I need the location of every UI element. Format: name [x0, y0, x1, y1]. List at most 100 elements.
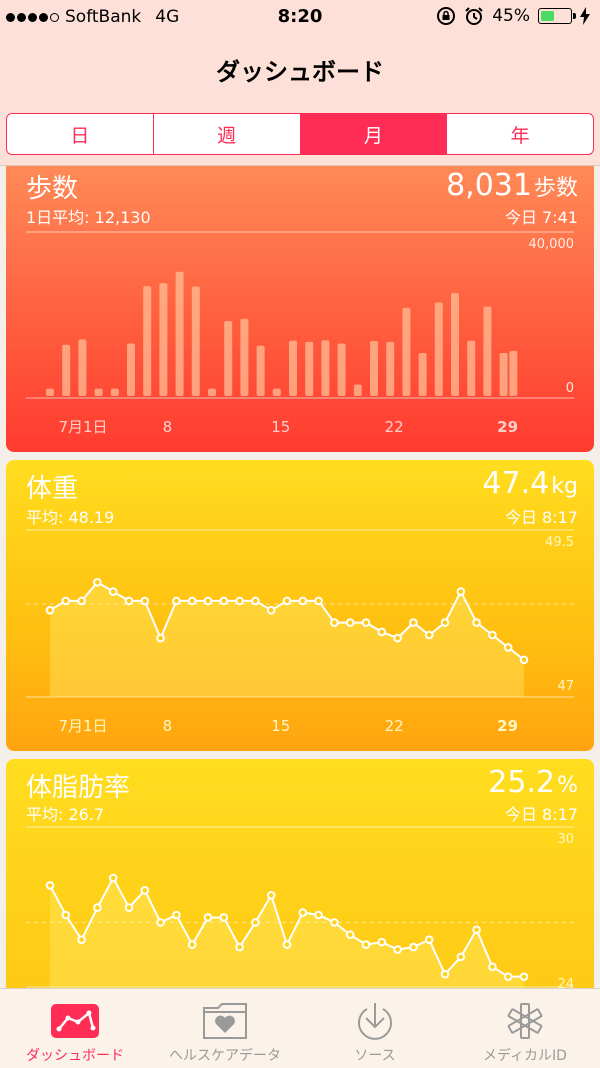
- steps-bar: [289, 340, 297, 396]
- data-point: [298, 596, 308, 606]
- weight-value-number: 47.4: [482, 466, 550, 501]
- data-point: [393, 945, 402, 954]
- data-point: [266, 890, 276, 900]
- medical-star-icon: [500, 1001, 550, 1041]
- data-point: [282, 596, 292, 606]
- steps-bar: [305, 341, 314, 396]
- steps-bar: [499, 352, 508, 396]
- steps-bar: [386, 341, 395, 396]
- y-min-label: 0: [566, 381, 574, 396]
- steps-bar: [94, 388, 103, 396]
- steps-value: 8,031歩数: [446, 168, 578, 203]
- weight-card[interactable]: 49.5 47 7月1日 8 15 22 29 体重 平均: 48.19 47.4kg 今日…: [6, 460, 594, 751]
- data-point: [172, 910, 181, 920]
- data-point: [235, 942, 244, 952]
- body-fat-value-number: 25.2: [488, 765, 556, 800]
- tab-label: メディカルID: [483, 1048, 567, 1064]
- data-point: [424, 630, 434, 640]
- weight-value-unit: kg: [551, 474, 578, 499]
- segment-day[interactable]: 日: [7, 114, 154, 154]
- download-arrow-icon: [350, 1001, 400, 1041]
- steps-bar: [256, 345, 265, 396]
- status-bar: SoftBank 4G 8:20 45%: [0, 0, 600, 36]
- data-point: [77, 935, 86, 944]
- steps-value-number: 8,031: [446, 168, 532, 203]
- data-point: [456, 587, 466, 596]
- tab-sources[interactable]: ソース: [300, 989, 450, 1068]
- navigation-bar: ダッシュボード 日 週 月 年: [0, 36, 600, 166]
- data-point: [361, 618, 371, 627]
- data-point: [314, 596, 323, 606]
- x-tick-label: 22: [385, 418, 404, 436]
- segment-year[interactable]: 年: [447, 114, 593, 154]
- steps-value-unit: 歩数: [533, 176, 578, 201]
- steps-bar: [224, 320, 233, 396]
- x-tick-label: 7月1日: [58, 418, 107, 436]
- data-point: [440, 618, 450, 627]
- data-point: [472, 925, 481, 935]
- chart-line-icon: [50, 1001, 100, 1041]
- data-point: [488, 962, 497, 972]
- steps-bar: [110, 388, 119, 396]
- x-tick-label: 7月1日: [58, 717, 107, 735]
- y-max-label: 49.5: [545, 535, 574, 550]
- signal-strength-icon: [6, 12, 59, 22]
- segment-week[interactable]: 週: [154, 114, 301, 154]
- data-point: [61, 596, 71, 606]
- network-type: 4G: [155, 7, 180, 27]
- data-point: [456, 952, 466, 962]
- data-point: [330, 918, 339, 927]
- y-min-label: 47: [557, 679, 574, 694]
- tab-medical-id[interactable]: メディカルID: [450, 989, 600, 1068]
- tab-label: ソース: [354, 1048, 396, 1064]
- data-point: [187, 940, 197, 949]
- tab-health-data[interactable]: ヘルスケアデータ: [150, 989, 300, 1068]
- period-segmented-control: 日 週 月 年: [6, 113, 594, 155]
- data-point: [361, 940, 371, 949]
- x-tick-label: 22: [385, 717, 404, 735]
- tab-label: ダッシュボード: [26, 1048, 124, 1064]
- tab-dashboard[interactable]: ダッシュボード: [0, 989, 150, 1068]
- body-fat-time: 今日 8:17: [504, 805, 578, 824]
- data-point: [503, 972, 513, 981]
- weight-value: 47.4kg: [482, 466, 578, 501]
- steps-bar: [509, 350, 518, 396]
- data-point: [45, 881, 55, 890]
- data-point: [93, 903, 102, 912]
- data-point: [203, 913, 213, 922]
- body-fat-average: 平均: 26.7: [26, 805, 105, 824]
- data-point: [519, 655, 529, 665]
- data-point: [235, 596, 244, 606]
- steps-bar: [143, 286, 152, 396]
- y-max-label: 30: [557, 832, 574, 847]
- weight-average: 平均: 48.19: [26, 508, 115, 527]
- steps-bar: [418, 352, 427, 396]
- data-point: [345, 930, 355, 940]
- data-point: [472, 618, 481, 627]
- rotation-lock-icon: [437, 7, 456, 25]
- steps-bar: [272, 388, 281, 396]
- steps-bar: [321, 340, 330, 396]
- data-point: [61, 910, 71, 920]
- tab-bar: ダッシュボード ヘルスケアデータ ソース メディカルID: [0, 988, 600, 1068]
- data-point: [503, 643, 513, 652]
- steps-bar: [467, 340, 476, 396]
- steps-card[interactable]: 40,000 0 7月1日 8 15 22 29 歩数 1日平均: 12,130 8,031…: [6, 166, 594, 452]
- data-point: [219, 913, 229, 922]
- x-tick-label: 15: [271, 418, 290, 436]
- data-point: [140, 596, 150, 606]
- data-point: [219, 596, 229, 606]
- steps-bar: [159, 283, 168, 396]
- steps-average: 1日平均: 12,130: [26, 208, 151, 227]
- steps-bar: [62, 344, 71, 396]
- folder-heart-icon: [200, 1001, 250, 1041]
- data-point: [156, 633, 165, 643]
- data-point: [424, 935, 434, 944]
- data-point: [77, 596, 86, 606]
- data-point: [108, 587, 118, 596]
- data-point: [330, 618, 339, 627]
- data-point: [108, 873, 118, 883]
- steps-bar: [208, 388, 216, 396]
- steps-bar: [434, 302, 443, 396]
- segment-month[interactable]: 月: [300, 114, 448, 154]
